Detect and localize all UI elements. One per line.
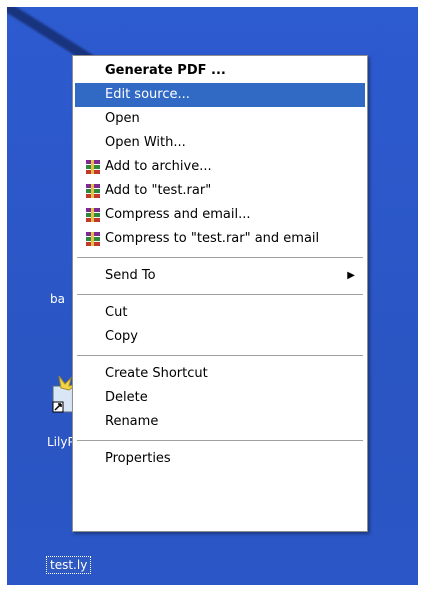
desktop-icon-label-partial[interactable]: ba — [50, 292, 65, 306]
menu-item-add-to-test-rar[interactable]: Add to "test.rar" — [75, 179, 365, 203]
menu-item-compress-to-test-rar-email[interactable]: Compress to "test.rar" and email — [75, 227, 365, 251]
menu-item-label: Cut — [105, 305, 128, 320]
menu-item-label: Add to archive... — [105, 159, 212, 174]
menu-item-label: Add to "test.rar" — [105, 183, 212, 198]
menu-item-label: Delete — [105, 390, 148, 405]
menu-item-send-to[interactable]: Send To ▶ — [75, 264, 365, 288]
menu-item-generate-pdf[interactable]: Generate PDF ... — [75, 59, 365, 83]
menu-item-create-shortcut[interactable]: Create Shortcut — [75, 362, 365, 386]
menu-item-label: Properties — [105, 451, 171, 466]
menu-item-label: Send To — [105, 268, 156, 283]
menu-item-label: Compress and email... — [105, 207, 251, 222]
menu-item-edit-source[interactable]: Edit source... — [75, 83, 365, 107]
menu-item-label: Rename — [105, 414, 159, 429]
menu-item-label: Copy — [105, 329, 138, 344]
menu-item-label: Open With... — [105, 135, 186, 150]
menu-item-label: Edit source... — [105, 87, 190, 102]
submenu-arrow-icon: ▶ — [347, 270, 355, 281]
winrar-icon — [85, 231, 101, 247]
menu-item-add-to-archive[interactable]: Add to archive... — [75, 155, 365, 179]
menu-item-properties[interactable]: Properties — [75, 447, 365, 471]
menu-separator — [77, 355, 363, 356]
menu-item-label: Compress to "test.rar" and email — [105, 231, 320, 246]
menu-item-rename[interactable]: Rename — [75, 410, 365, 434]
desktop-icon-label-lilypond[interactable]: LilyP — [47, 435, 75, 449]
menu-item-cut[interactable]: Cut — [75, 301, 365, 325]
menu-item-label: Open — [105, 111, 140, 126]
menu-item-open-with[interactable]: Open With... — [75, 131, 365, 155]
selected-file-label[interactable]: test.ly — [46, 556, 92, 574]
winrar-icon — [85, 183, 101, 199]
menu-separator — [77, 294, 363, 295]
menu-item-delete[interactable]: Delete — [75, 386, 365, 410]
winrar-icon — [85, 207, 101, 223]
menu-item-compress-and-email[interactable]: Compress and email... — [75, 203, 365, 227]
menu-item-open[interactable]: Open — [75, 107, 365, 131]
menu-separator — [77, 440, 363, 441]
menu-item-label: Generate PDF ... — [105, 63, 226, 78]
menu-item-label: Create Shortcut — [105, 366, 208, 381]
menu-item-copy[interactable]: Copy — [75, 325, 365, 349]
context-menu: Generate PDF ... Edit source... Open Ope… — [72, 55, 368, 532]
menu-separator — [77, 257, 363, 258]
winrar-icon — [85, 159, 101, 175]
